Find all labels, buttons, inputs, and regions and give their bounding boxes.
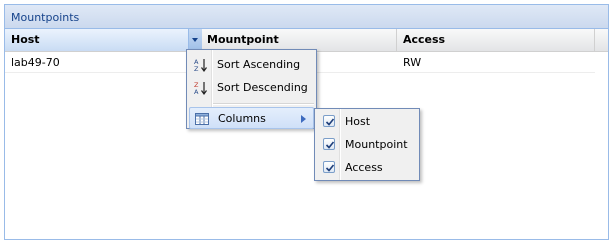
menu-item-sort-ascending[interactable]: A Z Sort Ascending bbox=[189, 54, 314, 76]
sort-ascending-icon: A Z bbox=[193, 57, 209, 73]
column-header-access[interactable]: Access bbox=[397, 29, 595, 51]
menu-item-columns[interactable]: Columns bbox=[189, 107, 314, 129]
submenu-item-access-label: Access bbox=[345, 161, 383, 174]
sort-descending-label: Sort Descending bbox=[217, 81, 308, 94]
menu-item-sort-descending[interactable]: Z A Sort Descending bbox=[189, 77, 314, 99]
submenu-item-host-label: Host bbox=[345, 115, 371, 128]
cell-host: lab49-70 bbox=[11, 56, 60, 69]
cell-access: RW bbox=[403, 56, 422, 69]
menu-separator bbox=[213, 103, 314, 105]
header-scroll-gutter bbox=[595, 29, 608, 52]
checkbox-access[interactable] bbox=[323, 161, 335, 173]
chevron-down-icon bbox=[192, 38, 198, 42]
svg-text:A: A bbox=[194, 88, 199, 96]
panel-header: Mountpoints bbox=[5, 5, 608, 29]
checkmark-icon bbox=[325, 164, 335, 172]
checkbox-mountpoint[interactable] bbox=[323, 138, 335, 150]
columns-submenu: Host Mountpoint Access bbox=[314, 108, 420, 181]
panel-title: Mountpoints bbox=[11, 11, 80, 24]
submenu-item-access[interactable]: Access bbox=[317, 157, 417, 179]
column-header-mountpoint-label: Mountpoint bbox=[207, 33, 279, 46]
submenu-item-host[interactable]: Host bbox=[317, 111, 417, 133]
column-header-mountpoint[interactable]: Mountpoint bbox=[201, 29, 397, 51]
column-context-menu: A Z Sort Ascending Z A Sort Descending C… bbox=[186, 49, 317, 129]
submenu-item-mountpoint-label: Mountpoint bbox=[345, 138, 408, 151]
columns-label: Columns bbox=[218, 112, 266, 125]
checkmark-icon bbox=[325, 118, 335, 126]
checkmark-icon bbox=[325, 141, 335, 149]
sort-ascending-label: Sort Ascending bbox=[217, 58, 301, 71]
chevron-right-icon bbox=[301, 115, 306, 123]
submenu-item-mountpoint[interactable]: Mountpoint bbox=[317, 134, 417, 156]
columns-icon bbox=[194, 111, 210, 127]
svg-text:Z: Z bbox=[194, 65, 199, 73]
sort-descending-icon: Z A bbox=[193, 80, 209, 96]
column-header-host[interactable]: Host bbox=[5, 29, 201, 51]
checkbox-host[interactable] bbox=[323, 115, 335, 127]
column-header-host-label: Host bbox=[11, 33, 40, 46]
column-menu-trigger[interactable] bbox=[188, 29, 202, 51]
column-header-access-label: Access bbox=[403, 33, 446, 46]
